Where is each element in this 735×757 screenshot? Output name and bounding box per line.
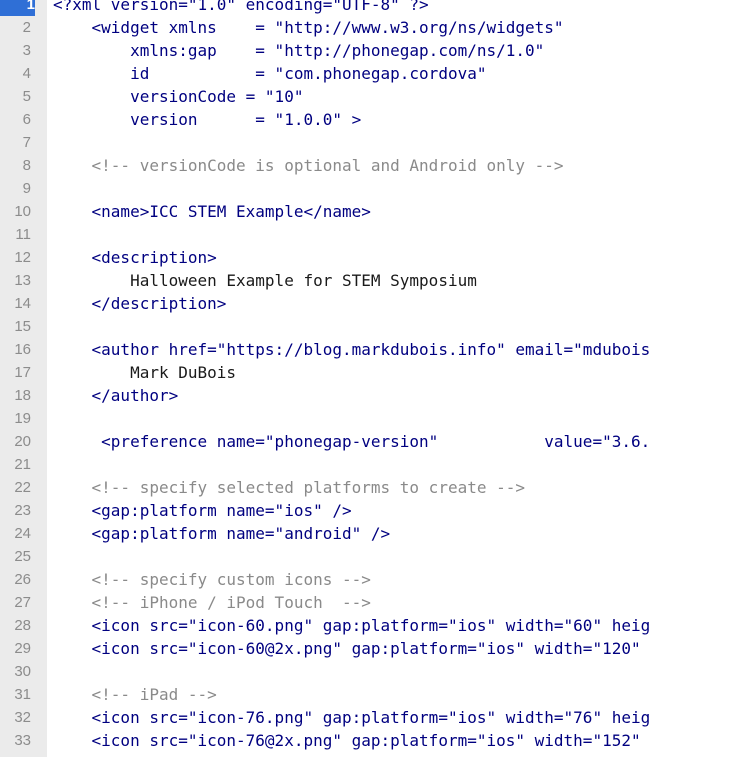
code-comment: <!-- specify selected platforms to creat… <box>53 478 526 497</box>
code-text: <widget xmlns = "http://www.w3.org/ns/wi… <box>53 18 564 37</box>
code-text: <icon src="icon-60.png" gap:platform="io… <box>53 616 651 635</box>
code-line[interactable]: 20 <preference name="phonegap-version" v… <box>0 430 735 453</box>
code-text: versionCode = "10" <box>53 87 304 106</box>
line-number: 33 <box>14 732 31 749</box>
code-text: <preference name="phonegap-version" valu… <box>53 432 651 451</box>
line-number: 30 <box>14 663 31 680</box>
line-number: 6 <box>22 111 31 128</box>
line-number: 9 <box>22 180 31 197</box>
line-number: 8 <box>22 157 31 174</box>
code-line[interactable]: 6 version = "1.0.0" > <box>0 108 735 131</box>
code-line[interactable]: 31 <!-- iPad --> <box>0 683 735 706</box>
code-line[interactable]: 24 <gap:platform name="android" /> <box>0 522 735 545</box>
code-text: <description> <box>53 248 217 267</box>
code-text: version = "1.0.0" > <box>53 110 362 129</box>
code-text: </description> <box>53 294 227 313</box>
code-line[interactable]: 12 <description> <box>0 246 735 269</box>
code-line[interactable]: 10 <name>ICC STEM Example</name> <box>0 200 735 223</box>
code-line[interactable]: 33 <icon src="icon-76@2x.png" gap:platfo… <box>0 729 735 752</box>
line-number: 13 <box>14 272 31 289</box>
code-text: id = "com.phonegap.cordova" <box>53 64 487 83</box>
code-text: Halloween Example for STEM Symposium <box>53 271 477 290</box>
line-number: 17 <box>14 364 31 381</box>
code-text: </author> <box>53 386 179 405</box>
line-number: 31 <box>14 686 31 703</box>
line-number: 25 <box>14 548 31 565</box>
line-number: 1 <box>0 0 35 16</box>
code-text: xmlns:gap = "http://phonegap.com/ns/1.0" <box>53 41 545 60</box>
line-number: 5 <box>22 88 31 105</box>
code-line[interactable]: 22 <!-- specify selected platforms to cr… <box>0 476 735 499</box>
code-text: <gap:platform name="ios" /> <box>53 501 352 520</box>
code-text: <?xml version="1.0" encoding="UTF-8" ?> <box>53 0 429 14</box>
code-line[interactable]: 19 <box>0 407 735 430</box>
line-number: 10 <box>14 203 31 220</box>
code-text: <gap:platform name="android" /> <box>53 524 391 543</box>
code-line[interactable]: 30 <box>0 660 735 683</box>
code-comment: <!-- specify custom icons --> <box>53 570 371 589</box>
line-number: 27 <box>14 594 31 611</box>
line-number: 12 <box>14 249 31 266</box>
code-line[interactable]: 1 <?xml version="1.0" encoding="UTF-8" ?> <box>0 0 735 16</box>
code-line[interactable]: 8 <!-- versionCode is optional and Andro… <box>0 154 735 177</box>
code-line[interactable]: 16 <author href="https://blog.markdubois… <box>0 338 735 361</box>
code-line[interactable]: 21 <box>0 453 735 476</box>
code-line[interactable]: 5 versionCode = "10" <box>0 85 735 108</box>
code-line[interactable]: 2 <widget xmlns = "http://www.w3.org/ns/… <box>0 16 735 39</box>
code-text: <icon src="icon-76.png" gap:platform="io… <box>53 708 651 727</box>
line-number: 28 <box>14 617 31 634</box>
code-line[interactable]: 3 xmlns:gap = "http://phonegap.com/ns/1.… <box>0 39 735 62</box>
code-line[interactable]: 17 Mark DuBois <box>0 361 735 384</box>
line-number: 24 <box>14 525 31 542</box>
code-line[interactable]: 27 <!-- iPhone / iPod Touch --> <box>0 591 735 614</box>
line-number: 32 <box>14 709 31 726</box>
line-number: 18 <box>14 387 31 404</box>
code-editor[interactable]: 1 <?xml version="1.0" encoding="UTF-8" ?>… <box>0 0 735 757</box>
line-number: 15 <box>14 318 31 335</box>
line-number: 3 <box>22 42 31 59</box>
line-number: 26 <box>14 571 31 588</box>
line-number: 22 <box>14 479 31 496</box>
code-line[interactable]: 4 id = "com.phonegap.cordova" <box>0 62 735 85</box>
code-line[interactable]: 23 <gap:platform name="ios" /> <box>0 499 735 522</box>
code-area[interactable]: 1 <?xml version="1.0" encoding="UTF-8" ?>… <box>0 0 735 752</box>
line-number: 11 <box>15 226 31 243</box>
line-number: 14 <box>14 295 31 312</box>
code-line[interactable]: 26 <!-- specify custom icons --> <box>0 568 735 591</box>
code-line[interactable]: 13 Halloween Example for STEM Symposium <box>0 269 735 292</box>
code-comment: <!-- iPad --> <box>53 685 217 704</box>
line-number: 2 <box>22 19 31 36</box>
line-number: 21 <box>14 456 31 473</box>
code-line[interactable]: 11 <box>0 223 735 246</box>
line-number: 23 <box>14 502 31 519</box>
code-text: <icon src="icon-60@2x.png" gap:platform=… <box>53 639 641 658</box>
line-number: 7 <box>22 134 31 151</box>
code-line[interactable]: 15 <box>0 315 735 338</box>
code-text: <author href="https://blog.markdubois.in… <box>53 340 651 359</box>
code-line[interactable]: 29 <icon src="icon-60@2x.png" gap:platfo… <box>0 637 735 660</box>
code-text: Mark DuBois <box>53 363 237 382</box>
code-line[interactable]: 25 <box>0 545 735 568</box>
line-number: 16 <box>14 341 31 358</box>
code-line[interactable]: 32 <icon src="icon-76.png" gap:platform=… <box>0 706 735 729</box>
line-number: 4 <box>22 65 31 82</box>
line-number: 29 <box>14 640 31 657</box>
code-line[interactable]: 28 <icon src="icon-60.png" gap:platform=… <box>0 614 735 637</box>
code-text: <name>ICC STEM Example</name> <box>53 202 371 221</box>
code-line[interactable]: 14 </description> <box>0 292 735 315</box>
line-number: 19 <box>14 410 31 427</box>
code-comment: <!-- versionCode is optional and Android… <box>53 156 564 175</box>
code-comment: <!-- iPhone / iPod Touch --> <box>53 593 371 612</box>
line-number: 20 <box>14 433 31 450</box>
code-line[interactable]: 9 <box>0 177 735 200</box>
code-line[interactable]: 7 <box>0 131 735 154</box>
code-line[interactable]: 18 </author> <box>0 384 735 407</box>
code-text: <icon src="icon-76@2x.png" gap:platform=… <box>53 731 641 750</box>
